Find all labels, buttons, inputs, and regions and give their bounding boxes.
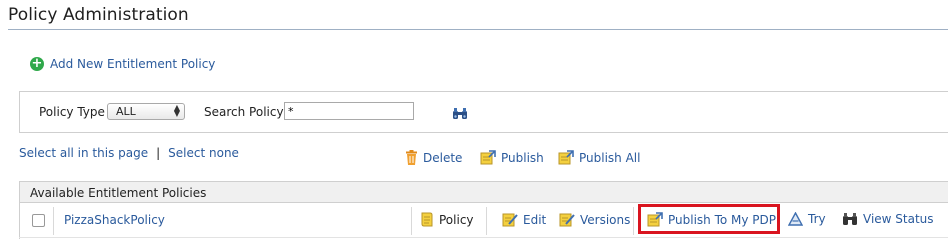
publish-label: Publish	[501, 150, 544, 165]
edit-icon	[502, 213, 518, 227]
policy-name-link[interactable]: PizzaShackPolicy	[64, 213, 165, 227]
try-label: Try	[808, 212, 826, 226]
cell-divider	[53, 207, 54, 235]
publish-to-pdp-highlight-box	[638, 204, 780, 234]
trash-icon	[406, 150, 417, 165]
policies-table: Available Entitlement Policies PizzaShac…	[19, 181, 948, 239]
plus-icon: +	[30, 56, 44, 71]
publish-icon	[480, 150, 496, 165]
select-none-link[interactable]: Select none	[168, 146, 239, 160]
versions-button[interactable]: Versions	[559, 212, 630, 227]
view-status-label: View Status	[863, 212, 934, 226]
title-divider	[8, 29, 948, 30]
policy-type-label: Policy Type	[39, 105, 105, 119]
view-status-button[interactable]: View Status	[842, 212, 934, 226]
publish-all-button[interactable]: Publish All	[558, 150, 640, 165]
filter-panel: Policy Type ALL ▲ ▼ Search Policy	[19, 91, 948, 133]
add-policy-link[interactable]: + Add New Entitlement Policy	[30, 57, 215, 71]
policy-scroll-icon	[421, 212, 433, 227]
binoculars-icon	[843, 213, 857, 225]
versions-label: Versions	[580, 212, 631, 227]
search-policy-input[interactable]	[284, 102, 414, 120]
selection-controls: Select all in this page | Select none	[19, 146, 239, 160]
policy-type-cell: Policy	[420, 212, 474, 227]
publish-all-label: Publish All	[579, 150, 641, 165]
table-header-label: Available Entitlement Policies	[30, 186, 207, 200]
row-checkbox[interactable]	[32, 214, 45, 227]
selection-separator: |	[156, 146, 161, 160]
cell-divider	[411, 207, 412, 235]
select-all-link[interactable]: Select all in this page	[19, 146, 148, 160]
search-policy-label: Search Policy	[204, 105, 284, 119]
page-title: Policy Administration	[8, 5, 189, 25]
delete-label: Delete	[423, 150, 463, 165]
edit-button[interactable]: Edit	[502, 212, 546, 227]
try-icon	[788, 212, 803, 226]
publish-button[interactable]: Publish	[480, 150, 544, 165]
edit-label: Edit	[523, 212, 547, 227]
cell-divider	[486, 207, 487, 235]
policy-type-value: ALL	[116, 105, 136, 118]
row-bottom-divider	[19, 237, 948, 238]
policy-type-text: Policy	[439, 212, 474, 227]
binoculars-search-icon[interactable]	[452, 107, 468, 120]
add-policy-label: Add New Entitlement Policy	[50, 57, 216, 71]
table-header: Available Entitlement Policies	[20, 181, 948, 203]
select-arrows-icon: ▲ ▼	[173, 103, 180, 118]
versions-icon	[559, 213, 575, 227]
policy-type-select[interactable]: ALL ▲ ▼	[107, 103, 185, 120]
table-row: PizzaShackPolicy Policy Edit Versions Pu…	[20, 203, 948, 237]
delete-button[interactable]: Delete	[405, 150, 462, 165]
cell-divider	[633, 207, 634, 235]
try-button[interactable]: Try	[788, 212, 826, 226]
publish-all-icon	[558, 150, 574, 165]
